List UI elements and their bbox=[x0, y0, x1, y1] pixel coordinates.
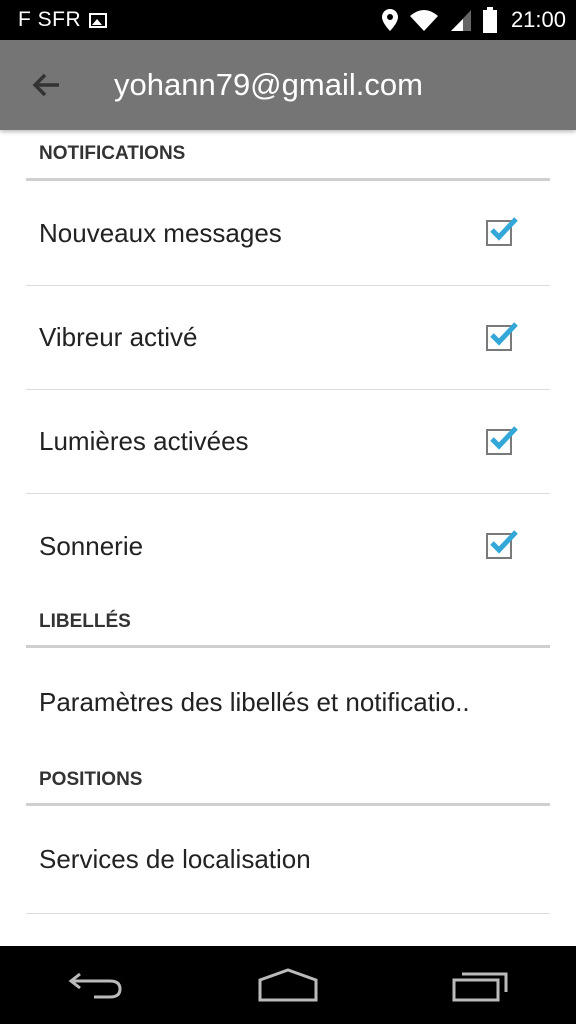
pref-label-settings[interactable]: Paramètres des libellés et notificatio.. bbox=[26, 648, 550, 756]
pref-label: Vibreur activé bbox=[39, 322, 198, 352]
vibrate-checkbox[interactable] bbox=[486, 321, 518, 351]
signal-icon bbox=[450, 10, 471, 31]
clock: 21:00 bbox=[510, 7, 566, 32]
pref-lights[interactable]: Lumières activées bbox=[26, 390, 550, 494]
ringtone-checkbox[interactable] bbox=[486, 530, 518, 559]
pref-new-messages[interactable]: Nouveaux messages bbox=[26, 181, 550, 286]
settings-list: NOTIFICATIONS Nouveaux messages Vibreur … bbox=[26, 130, 550, 914]
status-bar: F SFR 21:00 bbox=[0, 0, 576, 40]
section-header-labels: LIBELLÉS bbox=[26, 598, 550, 648]
nav-home-icon[interactable] bbox=[243, 955, 333, 1015]
section-header-positions: POSITIONS bbox=[26, 756, 550, 806]
pref-label: Sonnerie bbox=[39, 530, 144, 561]
wifi-icon bbox=[409, 10, 438, 31]
pref-label: Services de localisation bbox=[39, 844, 311, 874]
pref-label: Nouveaux messages bbox=[39, 217, 282, 248]
location-icon bbox=[381, 9, 398, 31]
pref-location-services[interactable]: Services de localisation bbox=[26, 806, 550, 914]
pref-label: Paramètres des libellés et notificatio.. bbox=[39, 686, 470, 717]
pref-vibrate[interactable]: Vibreur activé bbox=[26, 286, 550, 390]
battery-icon bbox=[482, 7, 497, 33]
nav-back-icon[interactable] bbox=[51, 955, 141, 1015]
lights-checkbox[interactable] bbox=[486, 425, 518, 455]
navigation-bar bbox=[0, 946, 576, 1024]
nav-recent-apps-icon[interactable] bbox=[435, 955, 525, 1015]
account-title: yohann79@gmail.com bbox=[114, 67, 423, 102]
back-arrow-icon[interactable] bbox=[26, 65, 66, 105]
image-notification-icon bbox=[89, 12, 108, 28]
action-bar: yohann79@gmail.com bbox=[0, 40, 576, 130]
section-header-notifications: NOTIFICATIONS bbox=[26, 130, 550, 181]
status-icons: 21:00 bbox=[381, 7, 566, 33]
new-messages-checkbox[interactable] bbox=[486, 217, 518, 246]
pref-label: Lumières activées bbox=[39, 426, 249, 456]
carrier-name: F SFR bbox=[18, 8, 82, 31]
pref-ringtone[interactable]: Sonnerie bbox=[26, 494, 550, 598]
